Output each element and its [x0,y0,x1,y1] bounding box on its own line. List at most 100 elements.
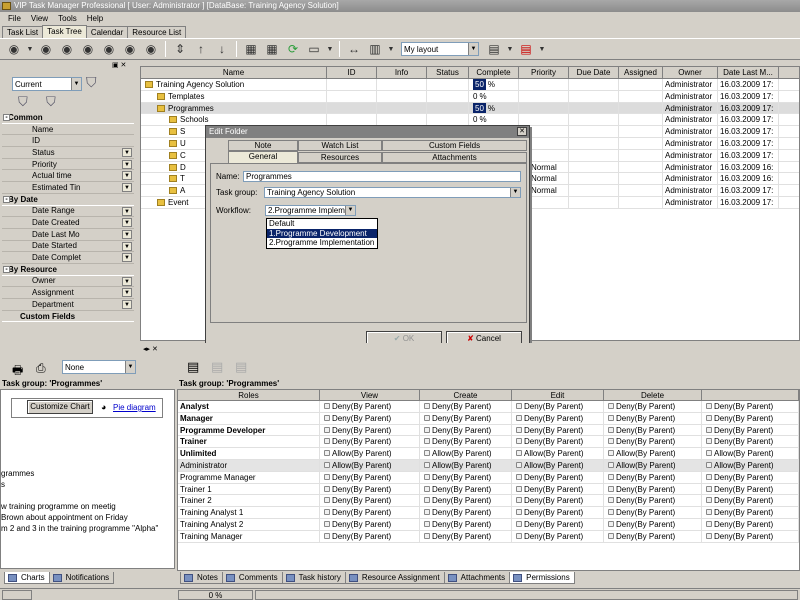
refresh-icon[interactable]: ⟳ [283,40,303,58]
permission-cell[interactable]: Deny(By Parent) [320,436,420,448]
col-priority[interactable]: Priority [519,67,569,78]
chevron-down-icon[interactable]: ▼ [122,276,132,286]
tab-general[interactable]: General [228,151,298,163]
permission-cell[interactable]: Deny(By Parent) [702,518,799,530]
col-delete[interactable]: Delete [604,390,702,400]
permission-cell[interactable]: Deny(By Parent) [512,483,604,495]
col-assigned[interactable]: Assigned [619,67,663,78]
permission-cell[interactable]: Allow(By Parent) [420,459,512,471]
filter-item[interactable]: Assignment ▼ [2,287,134,299]
permission-cell[interactable]: Deny(By Parent) [604,518,702,530]
move-up-icon[interactable]: ↑ [191,40,211,58]
collapse-icon[interactable]: - [3,195,10,203]
permission-cell[interactable]: Deny(By Parent) [702,424,799,436]
permission-cell[interactable]: Deny(By Parent) [702,530,799,542]
permission-cell[interactable]: Deny(By Parent) [320,412,420,424]
export-icon[interactable]: ▭ [304,40,324,58]
lock-icon[interactable]: ▤ [235,359,247,375]
chevron-down-icon[interactable]: ▼ [122,148,132,158]
permission-cell[interactable]: Deny(By Parent) [420,483,512,495]
fit-width-icon[interactable]: ↔ [344,40,364,58]
tab-resources[interactable]: Resources [298,152,382,163]
properties-icon[interactable]: ◉ [141,40,161,58]
layout-select[interactable]: My layout ▼ [401,42,479,56]
tab-attachments[interactable]: Attachments [382,152,527,163]
panel-controls[interactable]: ▣ ✕ [112,61,126,69]
permission-cell[interactable]: Deny(By Parent) [512,530,604,542]
permission-cell[interactable]: Deny(By Parent) [512,412,604,424]
permission-cell[interactable]: Deny(By Parent) [512,436,604,448]
collapse-icon[interactable]: - [3,265,10,273]
permission-cell[interactable]: Deny(By Parent) [604,436,702,448]
chevron-down-icon[interactable]: ▼ [122,206,132,216]
chart-select[interactable]: None ▼ [62,360,136,374]
filter-item[interactable]: Priority ▼ [2,159,134,171]
permission-cell[interactable]: Deny(By Parent) [420,495,512,507]
table-row[interactable]: Training Manager Deny(By Parent) Deny(By P… [178,530,799,543]
add-role-icon[interactable]: ▤ [187,359,199,375]
edit-role-icon[interactable]: ▤ [211,359,223,375]
permission-cell[interactable]: Allow(By Parent) [512,448,604,459]
permission-cell[interactable]: Deny(By Parent) [702,412,799,424]
col-due-date[interactable]: Due Date [569,67,619,78]
permission-cell[interactable]: Deny(By Parent) [420,424,512,436]
permission-cell[interactable]: Deny(By Parent) [512,507,604,518]
permission-cell[interactable]: Deny(By Parent) [604,530,702,542]
permission-cell[interactable]: Deny(By Parent) [702,401,799,412]
tab-charts[interactable]: Charts [4,572,50,584]
filter-item[interactable]: Date Complet ▼ [2,252,134,264]
chevron-down-icon[interactable]: ▼ [325,40,335,58]
table-row[interactable]: Programmes 50% Administrator 16.03.2009 17: [141,102,799,115]
filter-section-common[interactable]: - Common [2,112,134,124]
tab-task-list[interactable]: Task List [2,26,44,38]
printer-setup-icon[interactable]: ⎙ [36,361,46,376]
permission-cell[interactable]: Allow(By Parent) [420,448,512,459]
menu-tools[interactable]: Tools [58,14,77,23]
tab-task-tree[interactable]: Task Tree [42,25,87,38]
permission-cell[interactable]: Deny(By Parent) [420,530,512,542]
new-subtask-icon[interactable]: ◉ [120,40,140,58]
permission-cell[interactable]: Deny(By Parent) [320,401,420,412]
move-updown-icon[interactable]: ⇕ [170,40,190,58]
menu-file[interactable]: File [8,14,21,23]
col-status[interactable]: Status [427,67,469,78]
permission-cell[interactable]: Allow(By Parent) [702,448,799,459]
tab-note[interactable]: Note [228,140,298,151]
filter-section-custom-fields[interactable]: Custom Fields [2,310,134,323]
permission-cell[interactable]: Deny(By Parent) [420,471,512,483]
chevron-down-icon[interactable]: ▼ [122,159,132,169]
tree-expand-icon[interactable]: ▦ [241,40,261,58]
permission-cell[interactable]: Allow(By Parent) [604,448,702,459]
permission-cell[interactable]: Deny(By Parent) [604,401,702,412]
tab-comments[interactable]: Comments [221,572,283,584]
permission-cell[interactable]: Allow(By Parent) [512,459,604,471]
permission-cell[interactable]: Deny(By Parent) [420,401,512,412]
table-row[interactable]: Administrator Allow(By Parent) Allow(By Pa… [178,459,799,472]
chevron-down-icon[interactable]: ▼ [468,43,478,55]
filter-item[interactable]: Department ▼ [2,299,134,311]
permission-cell[interactable]: Deny(By Parent) [702,471,799,483]
filter-item[interactable]: Name [2,124,134,136]
menu-view[interactable]: View [31,14,48,23]
permission-cell[interactable]: Allow(By Parent) [320,459,420,471]
permission-cell[interactable]: Deny(By Parent) [320,424,420,436]
table-row[interactable]: Manager Deny(By Parent) Deny(By Parent) Den… [178,412,799,425]
col-create[interactable]: Create [420,390,512,400]
table-row[interactable]: Unlimited Allow(By Parent) Allow(By Parent… [178,448,799,460]
panel-controls[interactable]: ◂▸ ✕ [143,345,158,353]
chevron-down-icon[interactable]: ▼ [122,183,132,193]
delete-task-icon[interactable]: ◉ [78,40,98,58]
tab-calendar[interactable]: Calendar [85,26,129,38]
col-complete[interactable]: Complete [469,67,519,78]
col-owner[interactable]: Owner [663,67,718,78]
chevron-down-icon[interactable]: ▼ [122,229,132,239]
permission-cell[interactable]: Deny(By Parent) [604,424,702,436]
permission-cell[interactable]: Deny(By Parent) [702,495,799,507]
permission-cell[interactable]: Deny(By Parent) [512,495,604,507]
permission-cell[interactable]: Deny(By Parent) [420,518,512,530]
tab-permissions[interactable]: Permissions [509,572,575,584]
chevron-down-icon[interactable]: ▼ [386,40,396,58]
permission-cell[interactable]: Deny(By Parent) [320,518,420,530]
taskgroup-select[interactable]: Training Agency Solution ▼ [264,187,521,198]
permission-cell[interactable]: Allow(By Parent) [604,459,702,471]
